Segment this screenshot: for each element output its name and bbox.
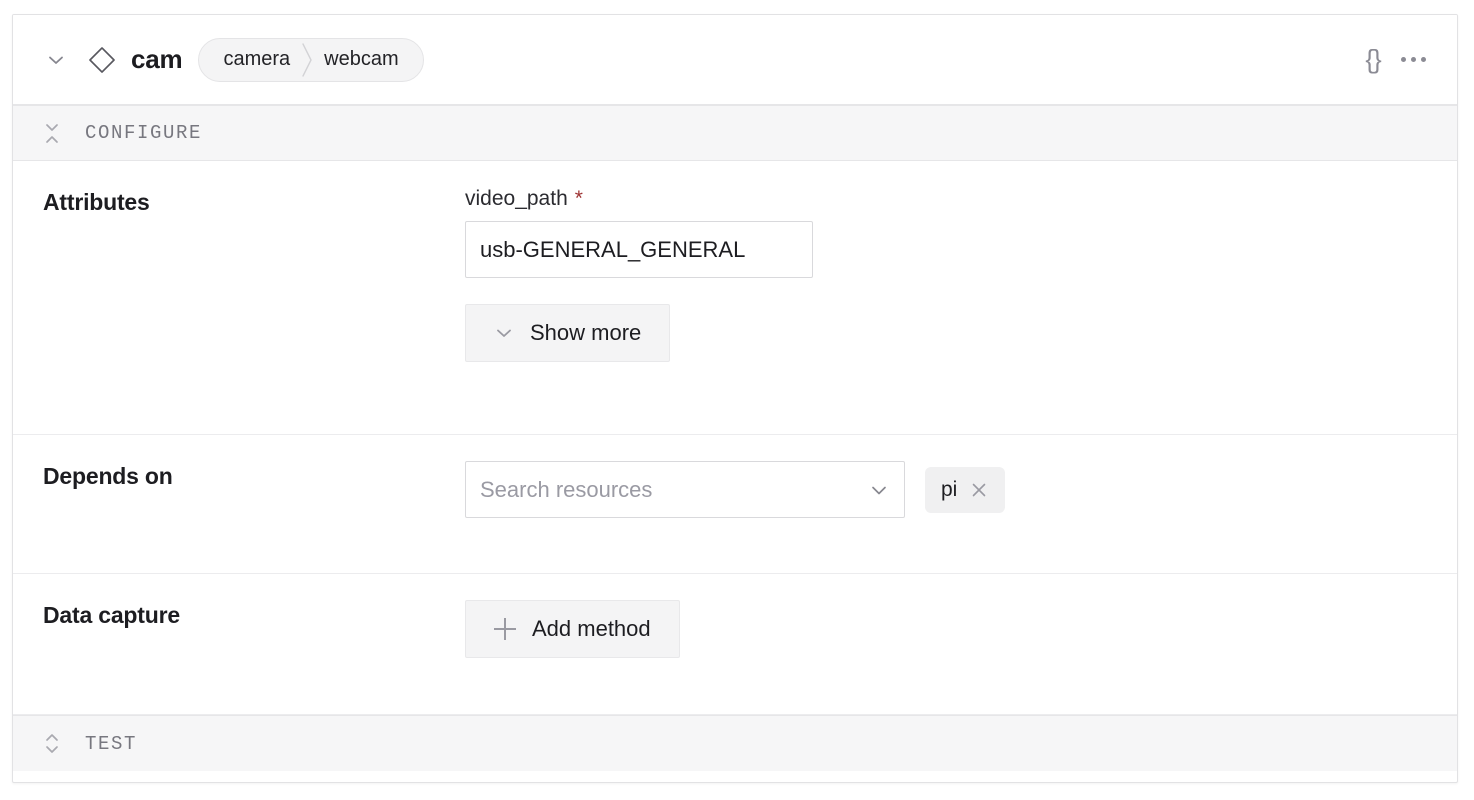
row-body-depends-on: Search resources pi: [465, 435, 1427, 518]
dependency-chip-pi[interactable]: pi: [925, 466, 1006, 513]
row-body-attributes: video_path * Show more: [465, 161, 1427, 362]
row-data-capture: Data capture Add method: [13, 574, 1457, 715]
add-method-label: Add method: [532, 616, 651, 641]
chevron-down-icon: [868, 479, 890, 501]
diamond-icon: [85, 43, 119, 77]
section-header-configure[interactable]: CONFIGURE: [13, 105, 1457, 161]
chevron-down-icon: [494, 323, 514, 343]
page-title: cam: [131, 44, 183, 74]
json-braces-icon[interactable]: {}: [1353, 40, 1393, 80]
json-braces-label: {}: [1365, 44, 1381, 74]
field-label-video-path: video_path *: [465, 187, 1427, 211]
card-header: cam camera webcam {}: [13, 15, 1457, 105]
search-resources-placeholder: Search resources: [480, 476, 653, 502]
row-label-attributes: Attributes: [43, 189, 150, 215]
row-attributes: Attributes video_path * Show more: [13, 161, 1457, 435]
row-label-depends-on: Depends on: [43, 463, 173, 489]
resource-config-card: cam camera webcam {} CONFIGURE Attribute…: [12, 14, 1458, 783]
breadcrumb-type: camera: [223, 48, 291, 70]
breadcrumb-model: webcam: [324, 48, 399, 70]
row-label-data-capture: Data capture: [43, 602, 180, 628]
collapse-vertical-icon: [43, 120, 61, 146]
row-depends-on: Depends on Search resources pi: [13, 435, 1457, 574]
show-more-label: Show more: [530, 320, 642, 345]
chevron-down-icon[interactable]: [43, 47, 69, 73]
row-body-data-capture: Add method: [465, 574, 1427, 658]
section-label-configure: CONFIGURE: [85, 122, 203, 144]
expand-vertical-icon: [43, 731, 61, 757]
section-header-test[interactable]: TEST: [13, 715, 1457, 771]
dependency-chip-label: pi: [941, 477, 958, 501]
add-method-button[interactable]: Add method: [465, 600, 680, 658]
chevron-right-icon: [296, 39, 318, 81]
section-label-test: TEST: [85, 732, 138, 755]
breadcrumb[interactable]: camera webcam: [198, 37, 424, 82]
show-more-button[interactable]: Show more: [465, 304, 671, 362]
close-icon[interactable]: [969, 480, 989, 500]
required-marker: *: [574, 187, 583, 210]
search-resources-select[interactable]: Search resources: [465, 461, 905, 518]
more-horizontal-icon[interactable]: [1393, 40, 1433, 80]
depends-on-controls: Search resources pi: [465, 461, 1427, 518]
plus-icon: [494, 618, 516, 640]
video-path-input[interactable]: [465, 221, 813, 278]
field-name: video_path: [465, 187, 568, 210]
more-dots: [1400, 57, 1426, 62]
